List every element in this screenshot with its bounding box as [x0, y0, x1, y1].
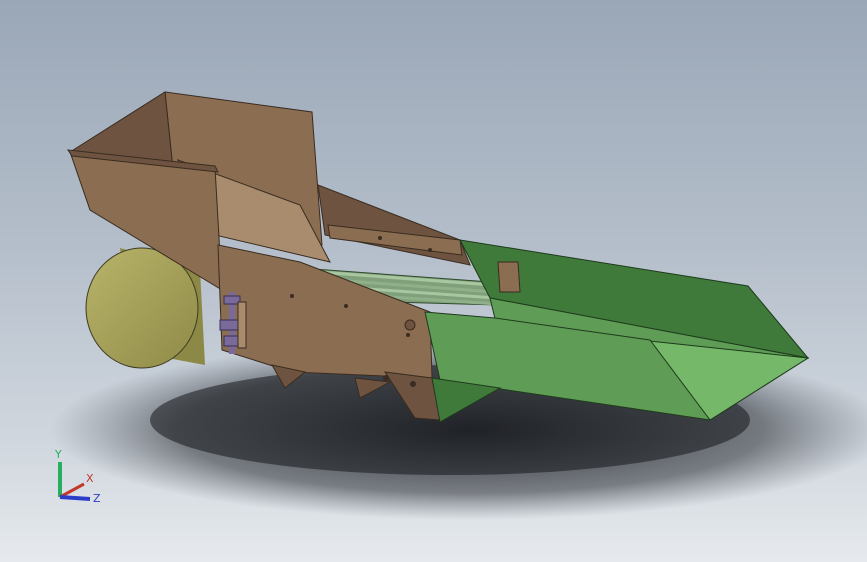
chute-mount [497, 261, 521, 293]
triad-z-axis [59, 495, 91, 501]
triad-y-label: Y [54, 448, 62, 461]
drum-face [85, 247, 199, 369]
chute-bolt [404, 319, 416, 331]
chute[interactable] [404, 239, 810, 423]
bolt-hole-1 [290, 294, 294, 298]
bolt-hole-5 [428, 248, 432, 252]
bolt-hole-4 [378, 236, 382, 240]
bolt-hole-3 [406, 333, 410, 337]
triad-x-label: X [86, 472, 94, 485]
frame-front-plate [217, 244, 433, 379]
bolt-hole-2 [344, 304, 348, 308]
bolt-hole-7 [410, 381, 416, 387]
bolt-hole-6 [383, 375, 389, 381]
cad-viewport[interactable]: Y X Z [0, 0, 867, 562]
adjuster-plate [237, 301, 247, 349]
triad-z-label: Z [93, 492, 101, 505]
triad-x-axis [59, 482, 85, 499]
model-scene[interactable]: Y X Z [0, 0, 867, 562]
